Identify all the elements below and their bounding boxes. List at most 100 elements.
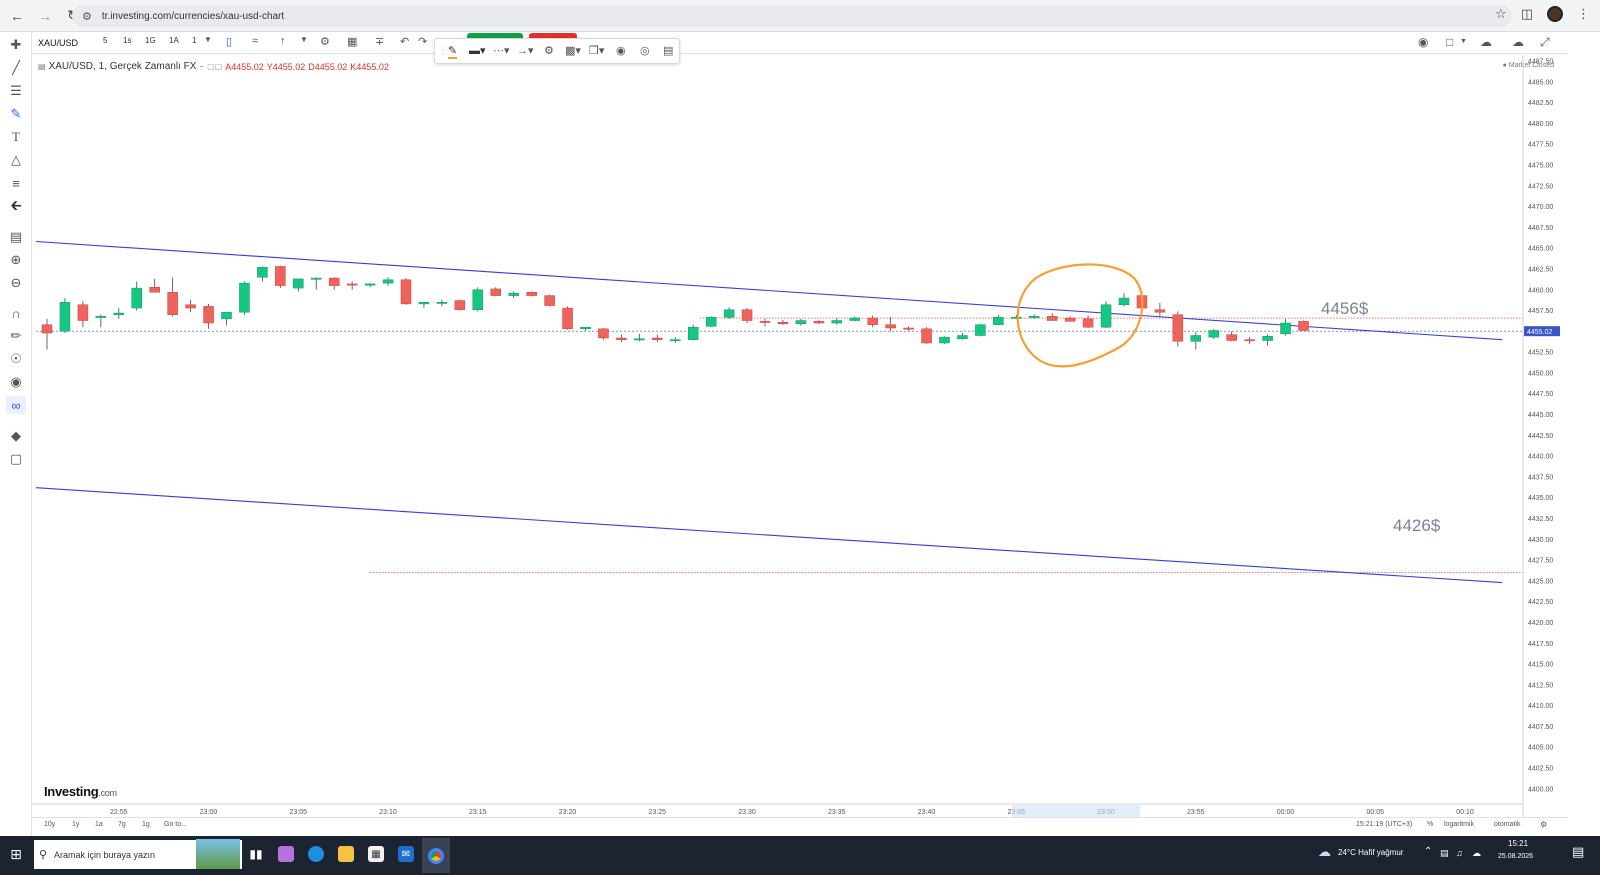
range-1y[interactable]: 1y bbox=[72, 821, 79, 828]
timeframe-1[interactable]: 1 bbox=[192, 36, 196, 45]
auto-toggle[interactable]: otomatik bbox=[1494, 821, 1520, 828]
range-1a[interactable]: 1a bbox=[95, 821, 103, 828]
edge-icon[interactable] bbox=[308, 846, 324, 862]
line-end-icon[interactable]: →▾ bbox=[517, 44, 534, 57]
symbol-input[interactable] bbox=[38, 35, 96, 51]
drawing-settings-icon[interactable]: ⚙ bbox=[544, 44, 554, 57]
brush-tool-icon[interactable]: ✎ bbox=[6, 105, 26, 123]
notification-icon[interactable]: ▤ bbox=[1572, 844, 1584, 860]
layout-dropdown-icon[interactable]: ▼ bbox=[1460, 38, 1467, 45]
clone-icon[interactable]: ❐▾ bbox=[589, 44, 604, 57]
collapse-legend-icon[interactable]: ▤ bbox=[38, 62, 46, 71]
y-tick-label: 4410.00 bbox=[1528, 703, 1553, 710]
address-bar[interactable]: ⚙ tr.investing.com/currencies/xau-usd-ch… bbox=[72, 5, 1512, 27]
candle-body-down bbox=[203, 306, 214, 324]
tray-chevron-icon[interactable]: ⌃ bbox=[1424, 846, 1432, 857]
legend-dots-icon[interactable]: − bbox=[199, 62, 204, 71]
profile-avatar[interactable] bbox=[1547, 6, 1563, 22]
cloud-icon[interactable]: ☁ bbox=[1480, 35, 1492, 49]
eye-icon[interactable]: ◉ bbox=[6, 373, 26, 391]
zoom-out-icon[interactable]: ⊖ bbox=[6, 274, 26, 292]
lower-target-label[interactable]: 4426$ bbox=[1393, 516, 1440, 536]
layers-icon[interactable]: ◆ bbox=[6, 427, 26, 445]
magnet-icon[interactable]: ∩ bbox=[6, 304, 26, 322]
extensions-icon[interactable]: ◫ bbox=[1521, 6, 1533, 22]
line-style-icon[interactable]: ⋯▾ bbox=[493, 44, 510, 57]
network-icon[interactable]: ▤ bbox=[1440, 848, 1449, 859]
timeframe-1s[interactable]: 1s bbox=[123, 36, 131, 45]
x-tick-label: 23:40 bbox=[918, 809, 936, 816]
onedrive-icon[interactable]: ☁ bbox=[1472, 848, 1481, 859]
bookmark-star-icon[interactable]: ☆ bbox=[1495, 6, 1507, 22]
timeframe-dropdown-icon[interactable]: ▼ bbox=[204, 35, 212, 44]
layout-icon[interactable]: □ bbox=[1446, 35, 1453, 49]
fib-tool-icon[interactable]: ☰ bbox=[6, 82, 26, 100]
clock-readout[interactable]: 15:21:19 (UTC+3) bbox=[1356, 821, 1412, 828]
mail-icon[interactable]: ✉ bbox=[398, 846, 414, 862]
percent-toggle[interactable]: % bbox=[1427, 821, 1433, 828]
drawing-delete-icon[interactable]: ▤ bbox=[663, 44, 673, 57]
task-view-icon[interactable]: ▮▮ bbox=[248, 846, 264, 862]
replay-icon[interactable]: ∓ bbox=[375, 35, 384, 48]
link-icon[interactable]: ∞ bbox=[6, 396, 26, 414]
go-to-button[interactable]: Go to... bbox=[164, 821, 187, 828]
indicators-dropdown-icon[interactable]: ▼ bbox=[300, 35, 308, 44]
timeframe-1g[interactable]: 1G bbox=[145, 36, 156, 45]
pattern-tool-icon[interactable]: △ bbox=[6, 151, 26, 169]
trash-icon[interactable]: ▢ bbox=[6, 450, 26, 468]
zoom-in-icon[interactable]: ⊕ bbox=[6, 251, 26, 269]
timeframe-5[interactable]: 5 bbox=[103, 36, 107, 45]
drawing-visibility-icon[interactable]: ◎ bbox=[640, 44, 650, 57]
indicators-icon[interactable]: ▤ bbox=[6, 228, 26, 246]
text-tool-icon[interactable]: T bbox=[6, 128, 26, 146]
crosshair-icon[interactable]: ✚ bbox=[6, 36, 26, 54]
weather-icon[interactable]: ☁ bbox=[1318, 844, 1331, 860]
taskbar-date[interactable]: 25.08.2026 bbox=[1498, 853, 1533, 860]
pen-color-icon[interactable]: ✎ bbox=[448, 44, 458, 59]
measure-tool-icon[interactable]: ≡ bbox=[6, 174, 26, 192]
windows-start-icon[interactable]: ⊞ bbox=[8, 846, 24, 862]
chrome-taskbar-button[interactable] bbox=[422, 838, 450, 873]
chart-properties-icon[interactable]: ▦ bbox=[347, 35, 357, 48]
forward-icon[interactable]: → bbox=[34, 5, 56, 27]
stay-drawing-icon[interactable]: ✏ bbox=[6, 327, 26, 345]
undo-icon[interactable]: ↶ bbox=[400, 35, 409, 48]
settings-gear-icon[interactable]: ⚙ bbox=[320, 35, 330, 48]
legend-settings-icon[interactable]: ▢▢ bbox=[207, 62, 222, 71]
range-settings-icon[interactable]: ⚙ bbox=[1540, 820, 1547, 829]
snapshot-camera-icon[interactable]: ◉ bbox=[1418, 35, 1428, 49]
x-tick-label: 00:05 bbox=[1367, 809, 1385, 816]
speaker-icon[interactable]: ♫ bbox=[1456, 848, 1463, 858]
cloud-save-icon[interactable]: ☁ bbox=[1512, 35, 1524, 49]
trendline-tool-icon[interactable]: ╱ bbox=[6, 59, 26, 77]
store-icon[interactable]: ▦ bbox=[368, 846, 384, 862]
upper-target-label[interactable]: 4456$ bbox=[1321, 299, 1368, 319]
log-toggle[interactable]: logaritmik bbox=[1444, 821, 1474, 828]
redo-icon[interactable]: ↷ bbox=[418, 35, 427, 48]
browser-menu-icon[interactable]: ⋮ bbox=[1577, 6, 1590, 22]
candle bbox=[939, 336, 950, 344]
timeframe-1a[interactable]: 1A bbox=[169, 36, 179, 45]
template-icon[interactable]: ▩▾ bbox=[565, 44, 581, 57]
indicators-toolbar-icon[interactable]: ↑ bbox=[280, 35, 286, 47]
range-7g[interactable]: 7g bbox=[118, 821, 126, 828]
candle bbox=[95, 314, 107, 328]
lock-icon[interactable]: ☉ bbox=[6, 350, 26, 368]
range-10y[interactable]: 10y bbox=[44, 821, 55, 828]
taskbar-time[interactable]: 15:21 bbox=[1508, 839, 1528, 848]
line-width-icon[interactable]: ▬▾ bbox=[469, 44, 486, 57]
file-explorer-icon[interactable] bbox=[338, 846, 354, 862]
taskbar-weather[interactable]: 24°C Hafif yağmur bbox=[1338, 848, 1403, 857]
copilot-icon[interactable] bbox=[278, 846, 294, 862]
weather-widget-image[interactable] bbox=[196, 839, 240, 869]
drawing-lock-icon[interactable]: ◉ bbox=[616, 44, 626, 57]
site-info-icon[interactable]: ⚙ bbox=[82, 10, 92, 23]
candle bbox=[975, 323, 986, 337]
compare-icon[interactable]: ≈ bbox=[252, 35, 258, 47]
back-icon[interactable]: ← bbox=[6, 5, 28, 27]
candles-icon[interactable]: ▯ bbox=[226, 35, 232, 48]
back-arrow-icon[interactable]: 🡰 bbox=[6, 197, 26, 216]
drag-handle-icon[interactable]: ⋮ bbox=[439, 46, 447, 55]
range-1g[interactable]: 1g bbox=[142, 821, 150, 828]
fullscreen-icon[interactable]: ⤢ bbox=[1540, 35, 1550, 50]
